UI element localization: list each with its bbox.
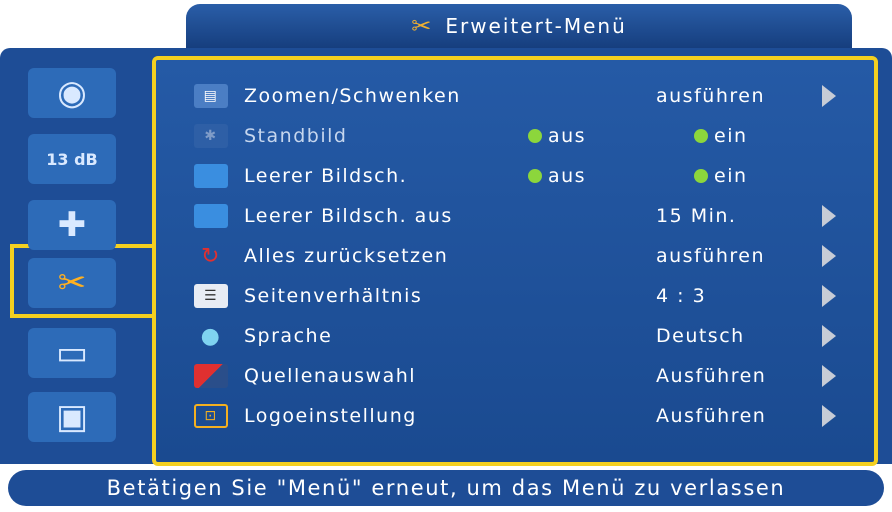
eye-icon: ◉: [28, 68, 116, 118]
radio-dot-icon: [694, 169, 708, 183]
menu-row-source-select[interactable]: Quellenauswahl Ausführen: [194, 358, 874, 394]
lock-icon: ▣: [28, 392, 116, 442]
menu-row-reset[interactable]: ↻ Alles zurücksetzen ausführen: [194, 238, 874, 274]
menu-row-zoom[interactable]: ▤ Zoomen/Schwenken ausführen: [194, 78, 874, 114]
row-label: Quellenauswahl: [244, 365, 417, 387]
sidebar-item-audio[interactable]: 13 dB: [20, 130, 124, 188]
row-label: Seitenverhältnis: [244, 285, 423, 307]
menu-row-blank-screen-off[interactable]: Leerer Bildsch. aus 15 Min.: [194, 198, 874, 234]
ambulance-icon: ✚: [28, 200, 116, 250]
sidebar-item-projector[interactable]: ▭: [20, 324, 124, 382]
audio-headphones-icon: 13 dB: [28, 134, 116, 184]
sidebar-item-setup[interactable]: ✚: [20, 196, 124, 254]
chevron-right-icon[interactable]: [822, 205, 836, 227]
language-icon: ●: [200, 323, 222, 349]
freeze-icon: ✱: [194, 124, 228, 148]
radio-dot-icon: [694, 129, 708, 143]
radio-on[interactable]: ein: [694, 125, 748, 147]
chevron-right-icon[interactable]: [822, 325, 836, 347]
help-text: Betätigen Sie "Menü" erneut, um das Menü…: [106, 476, 786, 500]
menu-row-freeze[interactable]: ✱ Standbild aus ein: [194, 118, 874, 154]
reset-icon: ↻: [201, 243, 221, 269]
row-label: Zoomen/Schwenken: [244, 85, 461, 107]
menu-title-tab: ✂ Erweitert-Menü: [186, 4, 852, 48]
radio-dot-icon: [528, 129, 542, 143]
sidebar-item-image[interactable]: ◉: [20, 64, 124, 122]
help-bar: Betätigen Sie "Menü" erneut, um das Menü…: [8, 470, 884, 506]
row-value: Deutsch: [656, 325, 745, 347]
row-label: Logoeinstellung: [244, 405, 417, 427]
radio-on[interactable]: ein: [694, 165, 748, 187]
sidebar-item-lock[interactable]: ▣: [20, 388, 124, 446]
menu-row-logo-settings[interactable]: ⊡ Logoeinstellung Ausführen: [194, 398, 874, 434]
row-value: ausführen: [656, 85, 765, 107]
osd-menu: ✂ Erweitert-Menü ◉ 13 dB ✚ ✂ ▭ ▣ ▤ Zoome…: [0, 0, 892, 512]
row-label: Standbild: [244, 125, 348, 147]
chevron-right-icon[interactable]: [822, 405, 836, 427]
source-select-icon: [194, 364, 228, 388]
tools-icon: ✂: [28, 258, 116, 308]
zoom-pan-icon: ▤: [194, 84, 228, 108]
row-label: Leerer Bildsch.: [244, 165, 408, 187]
row-value: 15 Min.: [656, 205, 737, 227]
sidebar-item-advanced[interactable]: ✂: [20, 254, 124, 312]
menu-row-aspect-ratio[interactable]: ☰ Seitenverhältnis 4 : 3: [194, 278, 874, 314]
chevron-right-icon[interactable]: [822, 285, 836, 307]
chevron-right-icon[interactable]: [822, 245, 836, 267]
chevron-right-icon[interactable]: [822, 365, 836, 387]
sidebar: ◉ 13 dB ✚ ✂ ▭ ▣: [8, 62, 148, 458]
row-value: 4 : 3: [656, 285, 707, 307]
row-value: Ausführen: [656, 405, 767, 427]
aspect-ratio-icon: ☰: [194, 284, 228, 308]
menu-title: Erweitert-Menü: [445, 14, 627, 38]
projector-icon: ▭: [28, 328, 116, 378]
menu-row-language[interactable]: ● Sprache Deutsch: [194, 318, 874, 354]
audio-level-label: 13 dB: [46, 149, 98, 169]
tools-icon: ✂: [411, 12, 434, 40]
row-label: Sprache: [244, 325, 333, 347]
row-label: Leerer Bildsch. aus: [244, 205, 453, 227]
chevron-right-icon[interactable]: [822, 85, 836, 107]
radio-off[interactable]: aus: [528, 165, 586, 187]
menu-row-blank-screen[interactable]: Leerer Bildsch. aus ein: [194, 158, 874, 194]
blank-screen-off-icon: [194, 204, 228, 228]
menu-content: ▤ Zoomen/Schwenken ausführen ✱ Standbild…: [152, 56, 878, 466]
row-value: ausführen: [656, 245, 765, 267]
radio-dot-icon: [528, 169, 542, 183]
logo-settings-icon: ⊡: [194, 404, 228, 428]
row-value: Ausführen: [656, 365, 767, 387]
row-label: Alles zurücksetzen: [244, 245, 449, 267]
radio-off[interactable]: aus: [528, 125, 586, 147]
blank-screen-icon: [194, 164, 228, 188]
